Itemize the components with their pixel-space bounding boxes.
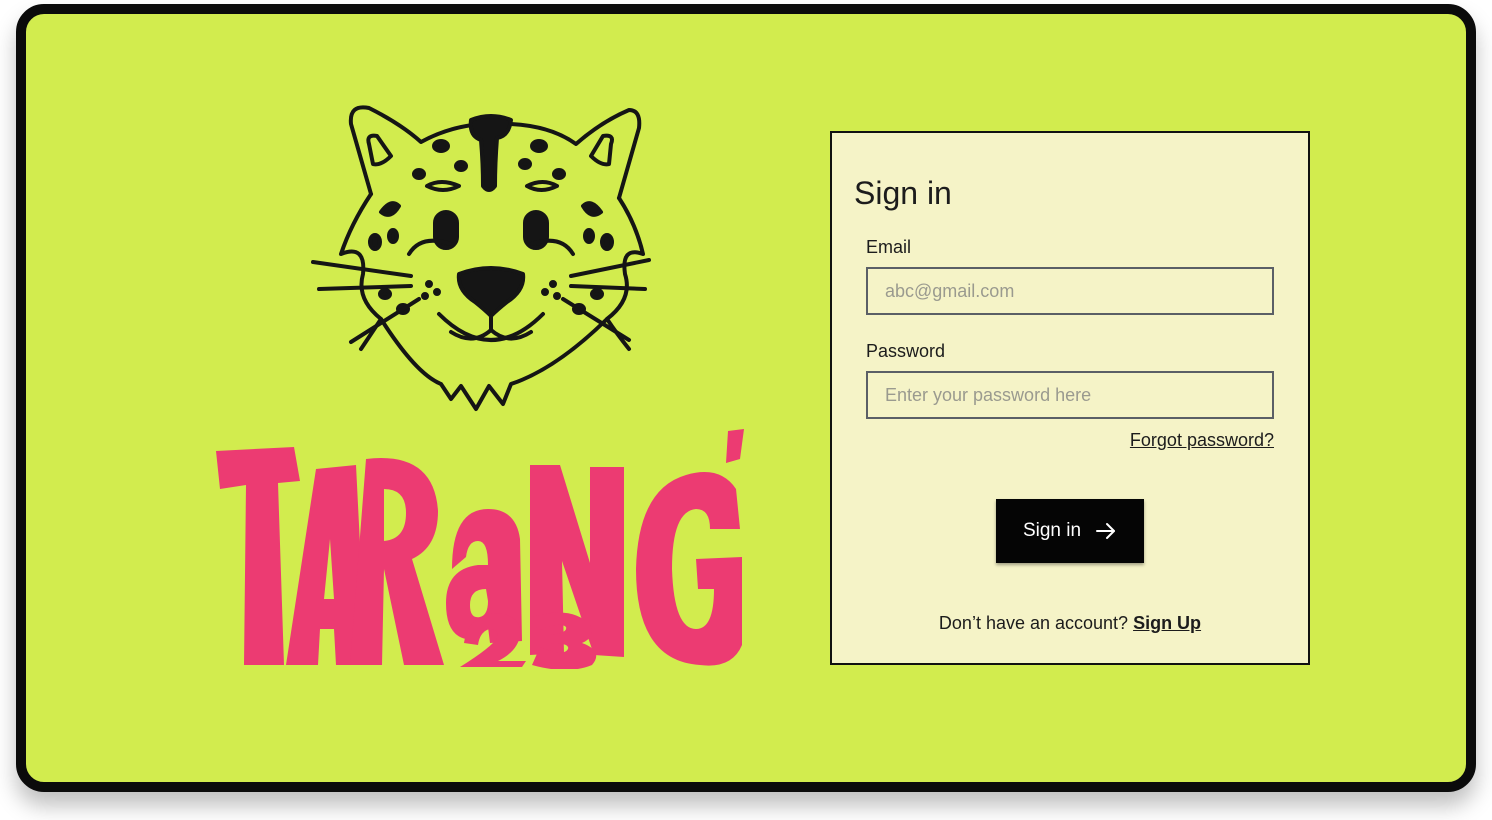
signup-row: Don’t have an account? Sign Up (832, 613, 1308, 634)
email-label: Email (866, 237, 912, 257)
password-field[interactable] (866, 371, 1274, 419)
signin-button[interactable]: Sign in (996, 499, 1144, 563)
signin-title: Sign in (854, 175, 952, 211)
password-label: Password (866, 341, 946, 361)
signin-button-label: Sign in (1022, 520, 1082, 541)
brand-panel (216, 94, 756, 694)
forgot-password-link[interactable]: Forgot password? (1130, 430, 1274, 451)
leopard-head-icon (311, 105, 651, 411)
signup-link[interactable]: Sign Up (1133, 613, 1201, 633)
app-window: Sign in Email Password Forgot password? … (16, 4, 1476, 792)
signin-card: Sign in Email Password Forgot password? … (830, 131, 1310, 665)
email-field[interactable] (866, 267, 1274, 315)
arrow-right-icon (1096, 523, 1116, 539)
no-account-text: Don’t have an account? (938, 613, 1134, 633)
tarang-logo (216, 429, 744, 669)
